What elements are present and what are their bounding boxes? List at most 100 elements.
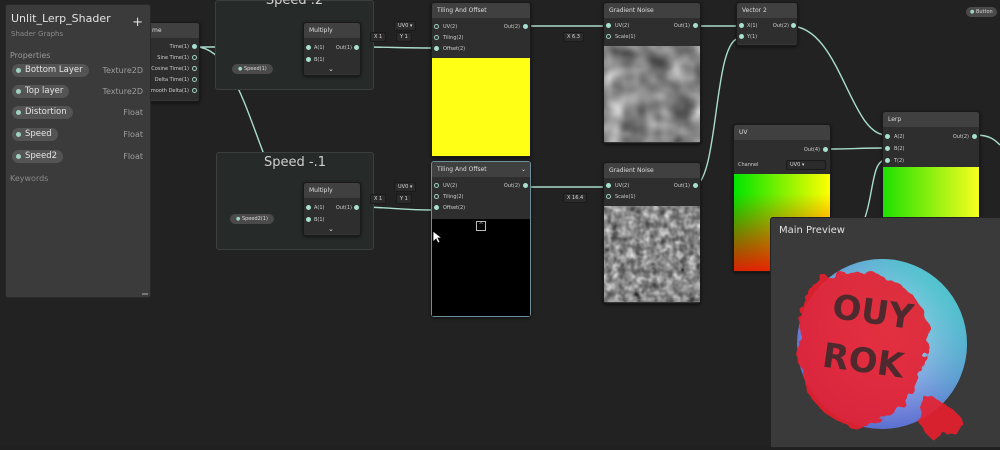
port-out: Out(1): [673, 183, 690, 189]
preview-sphere: OUY ROK: [797, 259, 967, 439]
port-cosine-time: Cosine Time(1): [151, 66, 189, 72]
noise-scale-field[interactable]: X 6.3: [563, 32, 584, 42]
port-dot[interactable]: [434, 205, 439, 210]
node-title: Lerp: [883, 112, 979, 127]
property-name[interactable]: Speed: [12, 128, 58, 141]
port-b: B(1): [314, 57, 325, 63]
port-dot[interactable]: [192, 55, 197, 60]
port-dot[interactable]: [192, 44, 197, 49]
node-title: Multiply: [304, 183, 360, 198]
port-dot[interactable]: [885, 158, 890, 163]
chevron-down-icon[interactable]: ⌄: [521, 162, 526, 177]
node-body: X(1) Y(1) Out(2): [737, 18, 797, 44]
node-body: A(1) B(1) Out(1) ⌄: [304, 38, 360, 74]
port-dot[interactable]: [885, 146, 890, 151]
port-tiling: Tiling(2): [443, 194, 464, 200]
gradient-noise-node-top[interactable]: Gradient Noise UV(2) Scale(1) Out(1): [603, 2, 701, 144]
main-preview-viewport[interactable]: OUY ROK: [772, 244, 1000, 446]
port-dot[interactable]: [693, 23, 698, 28]
main-preview-panel[interactable]: Main Preview OUY ROK: [770, 217, 1000, 448]
port-dot[interactable]: [606, 23, 611, 28]
port-dot[interactable]: [306, 57, 311, 62]
top-right-button[interactable]: ● Button: [966, 7, 997, 17]
property-name[interactable]: Bottom Layer: [12, 64, 89, 77]
node-body: A(1) B(1) Out(1) ⌄: [304, 198, 360, 234]
port-dot[interactable]: [434, 35, 439, 40]
speed2-property-pill[interactable]: ● Speed2(1): [230, 214, 274, 224]
node-title: UV: [734, 125, 830, 140]
port-dot[interactable]: [606, 194, 611, 199]
noise-scale-field[interactable]: X 16.4: [563, 193, 588, 203]
property-row[interactable]: Top layer Texture2D: [12, 85, 146, 99]
shader-title: Unlit_Lerp_Shader: [11, 12, 111, 25]
resize-handle[interactable]: [142, 293, 148, 295]
node-body: UV(2) Scale(1) Out(1): [604, 178, 700, 206]
vector2-node[interactable]: Vector 2 X(1) Y(1) Out(2): [736, 2, 798, 46]
property-row[interactable]: Distortion Float: [12, 106, 146, 120]
port-dot[interactable]: [192, 88, 197, 93]
uv-channel-select[interactable]: UV0 ▾: [394, 21, 417, 31]
port-dot[interactable]: [434, 24, 439, 29]
port-dot[interactable]: [306, 205, 311, 210]
tiling-offset-node-bottom[interactable]: Tiling And Offset ⌄ UV(2) Tiling(2) Offse…: [431, 161, 531, 317]
speed-property-pill[interactable]: ● Speed(1): [232, 64, 273, 74]
tiling-x-field[interactable]: X 1: [370, 194, 387, 204]
port-dot[interactable]: [606, 34, 611, 39]
port-dot[interactable]: [972, 134, 977, 139]
port-dot[interactable]: [739, 23, 744, 28]
port-a: A(1): [314, 45, 325, 51]
port-dot[interactable]: [434, 46, 439, 51]
port-out: Out(1): [335, 45, 352, 51]
port-tiling: Tiling(2): [443, 35, 464, 41]
collapse-preview-icon[interactable]: ^: [476, 221, 486, 231]
wire-vector-to-lerp: [789, 25, 887, 136]
multiply-node-bottom[interactable]: Multiply A(1) B(1) Out(1) ⌄: [303, 182, 361, 236]
property-name[interactable]: Top layer: [12, 85, 70, 98]
property-row[interactable]: Speed2 Float: [12, 150, 146, 164]
tiling-offset-node-top[interactable]: Tiling And Offset UV(2) Tiling(2) Offset…: [431, 2, 531, 157]
port-dot[interactable]: [885, 134, 890, 139]
multiply-node-top[interactable]: Multiply A(1) B(1) Out(1) ⌄: [303, 22, 361, 76]
port-dot[interactable]: [523, 24, 528, 29]
chevron-down-icon[interactable]: ⌄: [328, 225, 334, 233]
port-dot[interactable]: [523, 183, 528, 188]
port-dot[interactable]: [791, 23, 796, 28]
port-scale: Scale(1): [615, 34, 636, 40]
property-name[interactable]: Distortion: [12, 106, 73, 119]
node-body: UV(2) Tiling(2) Offset(2) Out(2): [432, 18, 530, 58]
property-name[interactable]: Speed2: [12, 150, 64, 163]
tiling-y-field[interactable]: Y 1: [396, 194, 412, 204]
channel-select[interactable]: UV0 ▾: [786, 160, 826, 170]
property-row[interactable]: Bottom Layer Texture2D: [12, 64, 146, 78]
node-preview: [432, 58, 530, 156]
port-dot[interactable]: [306, 217, 311, 222]
port-dot[interactable]: [192, 77, 197, 82]
port-dot[interactable]: [434, 194, 439, 199]
group-title: Speed -.1: [264, 155, 326, 170]
port-delta-time: Delta Time(1): [154, 77, 189, 83]
port-dot[interactable]: [693, 183, 698, 188]
port-dot[interactable]: [434, 183, 439, 188]
gradient-noise-node-bottom[interactable]: Gradient Noise UV(2) Scale(1) Out(1): [603, 162, 701, 304]
graph-canvas[interactable]: Speed .2 Speed -.1 me Time(1) Sine Time(…: [0, 0, 1000, 448]
uv-channel-select[interactable]: UV0 ▾: [394, 182, 417, 192]
lerp-node[interactable]: Lerp A(2) B(2) T(2) Out(2): [882, 111, 980, 231]
port-dot[interactable]: [606, 183, 611, 188]
blackboard-panel[interactable]: Unlit_Lerp_Shader Shader Graphs + Proper…: [5, 4, 151, 298]
tiling-x-field[interactable]: X 1: [370, 32, 387, 42]
chevron-down-icon[interactable]: ⌄: [328, 65, 334, 73]
tiling-y-field[interactable]: Y 1: [396, 32, 412, 42]
port-dot[interactable]: [354, 205, 359, 210]
property-row[interactable]: Speed Float: [12, 128, 146, 142]
port-dot[interactable]: [306, 45, 311, 50]
port-dot[interactable]: [823, 147, 828, 152]
port-t: T(2): [894, 158, 905, 164]
port-dot[interactable]: [192, 66, 197, 71]
port-dot[interactable]: [739, 34, 744, 39]
port-b: B(2): [894, 146, 905, 152]
add-property-button[interactable]: +: [132, 15, 143, 30]
port-dot[interactable]: [354, 45, 359, 50]
port-out: Out(1): [673, 23, 690, 29]
property-type: Float: [123, 130, 143, 139]
port-out: Out(1): [335, 205, 352, 211]
